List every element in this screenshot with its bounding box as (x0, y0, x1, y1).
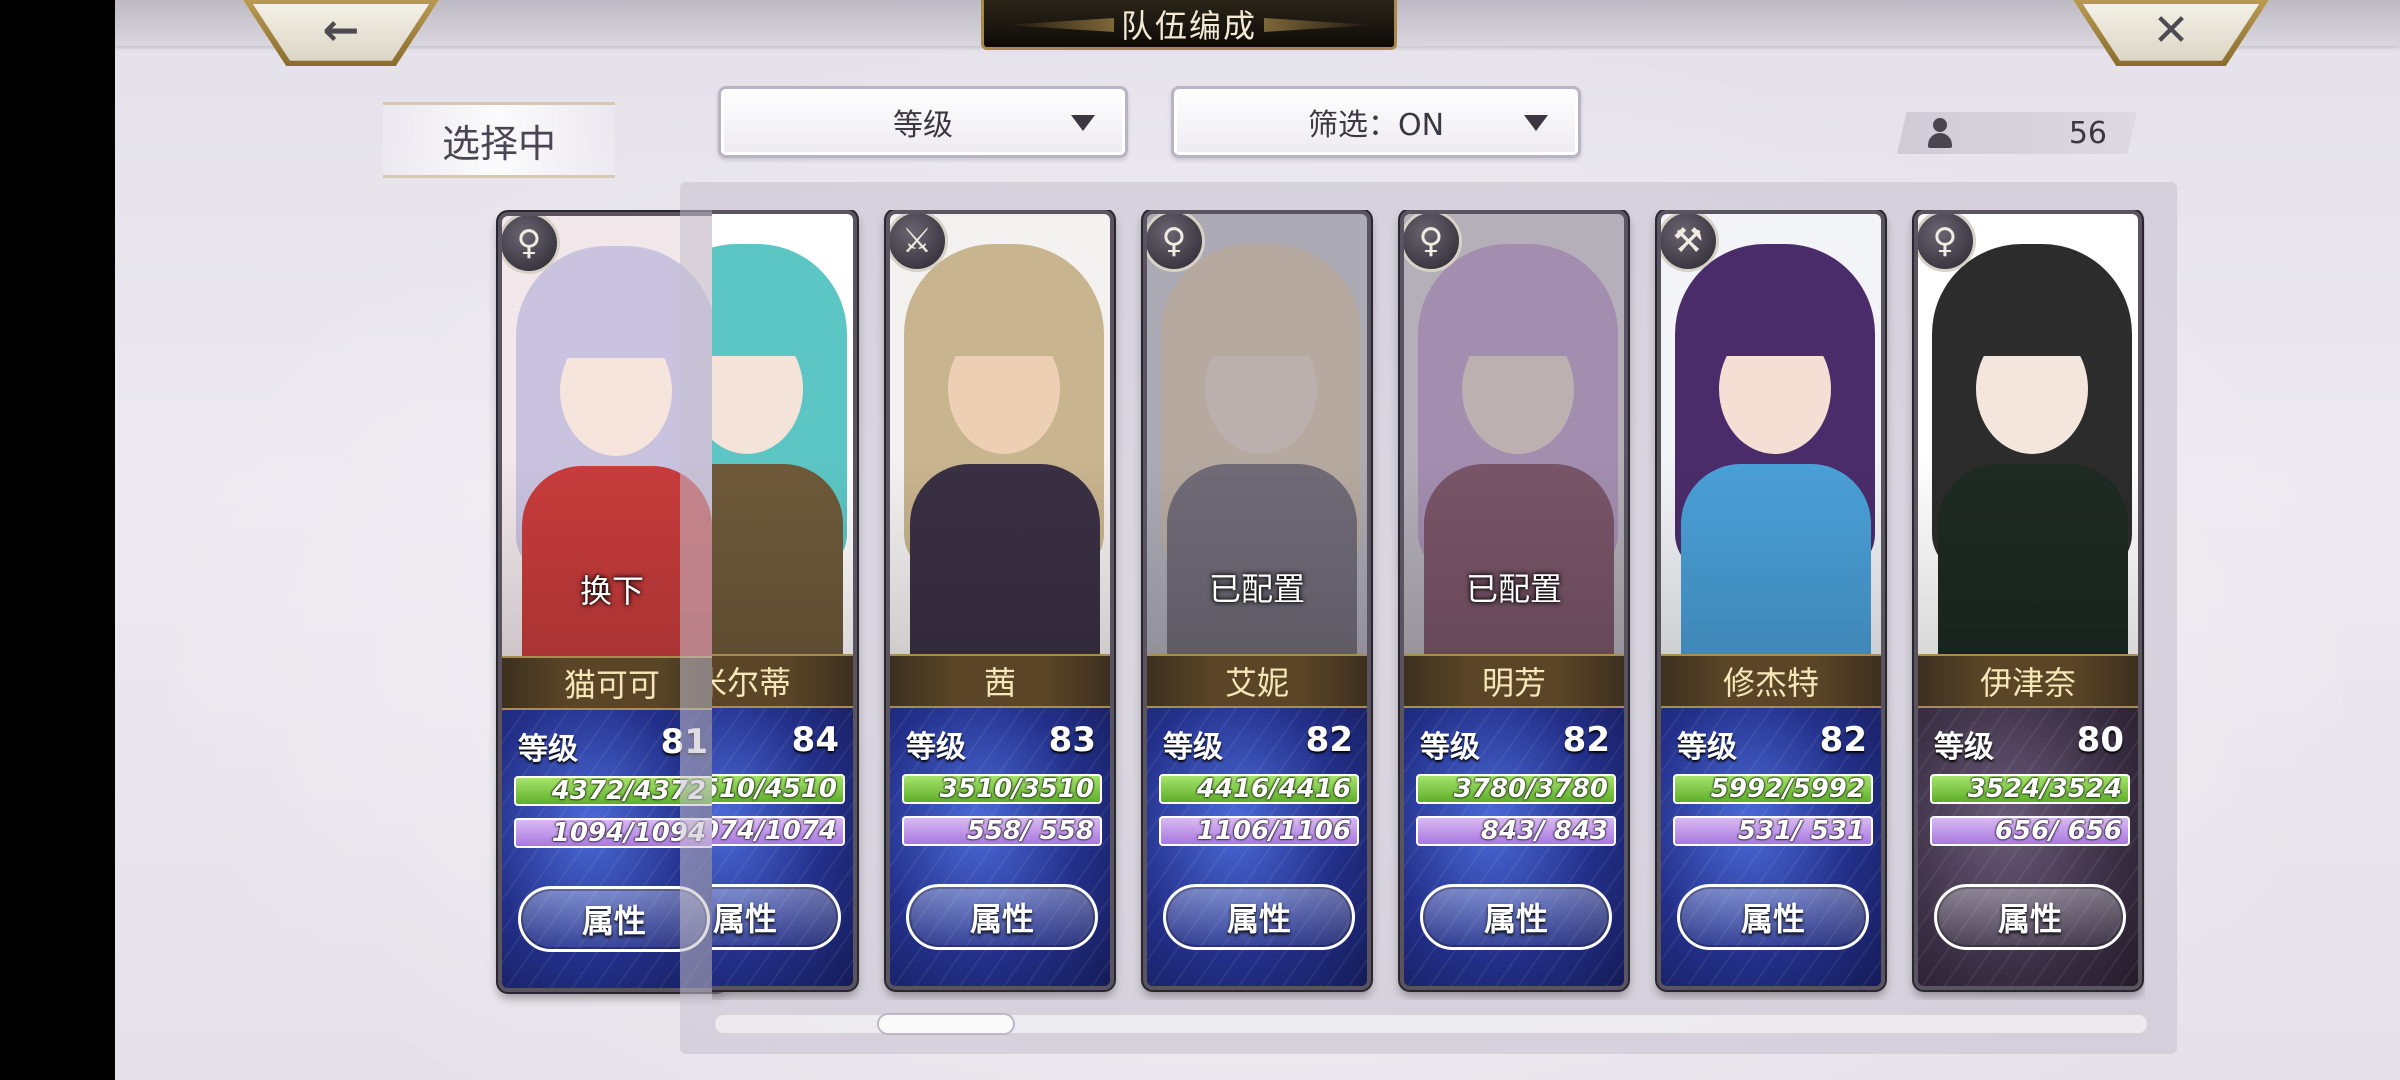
character-name: 伊津奈 (1918, 654, 2138, 708)
attribute-button[interactable]: 属性 (1163, 884, 1355, 950)
title-ornament-left (1004, 18, 1114, 32)
hp-bar: 510/4510 (712, 774, 845, 804)
close-x-icon: ✕ (2152, 4, 2190, 56)
hp-bar: 3524/3524 (1930, 774, 2130, 804)
character-card[interactable]: ⚒ 修杰特 等级 82 5992/5992 531/ 531 属性 (1657, 210, 1885, 990)
level-label: 等级 (1677, 730, 1737, 765)
hp-bar: 5992/5992 (1673, 774, 1873, 804)
attribute-button[interactable]: 属性 (712, 884, 841, 950)
mp-bar: 1106/1106 (1159, 816, 1359, 846)
card-status-overlay: 已配置 (1208, 570, 1305, 608)
mp-bar: 656/ 656 (1930, 816, 2130, 846)
filter-dropdown[interactable]: 筛选：ON (1171, 86, 1581, 158)
card-status-overlay: 已配置 (1465, 570, 1562, 608)
hp-bar: 4416/4416 (1159, 774, 1359, 804)
attribute-button[interactable]: 属性 (906, 884, 1098, 950)
level-value: 80 (2076, 720, 2124, 760)
close-button[interactable]: ✕ (2073, 0, 2269, 66)
character-card[interactable]: 已配置 ♀ 艾妮 等级 82 4416/4416 1106/1106 属性 (1143, 210, 1371, 990)
filter-dropdown-value: 筛选：ON (1307, 108, 1445, 143)
level-label: 等级 (1934, 730, 1994, 765)
staff-icon: ♀ (1147, 214, 1205, 272)
back-button[interactable]: ← (243, 0, 439, 66)
sword-icon: ⚔ (890, 214, 948, 272)
level-value: 82 (1305, 720, 1353, 760)
character-name: 明芳 (1404, 654, 1624, 708)
level-label: 等级 (1163, 730, 1223, 765)
character-card[interactable]: ♀ 米尔蒂 等级 84 510/4510 074/1074 属性 (712, 210, 857, 990)
hp-bar: 3780/3780 (1416, 774, 1616, 804)
character-stats: 等级 83 3510/3510 558/ 558 属性 (890, 708, 1110, 986)
page-title: 队伍编成 (1120, 6, 1257, 45)
character-stats: 等级 84 510/4510 074/1074 属性 (712, 708, 853, 986)
axe-icon: ⚒ (1661, 214, 1719, 272)
mp-bar: 843/ 843 (1416, 816, 1616, 846)
hp-bar: 3510/3510 (902, 774, 1102, 804)
character-name: 米尔蒂 (712, 654, 853, 708)
team-formation-screen: ← 队伍编成 ✕ 选择中 等级 筛选：ON 56 换下 ♀ 猫可可 等级 437… (115, 0, 2400, 1080)
character-name: 茜 (890, 654, 1110, 708)
level-label: 等级 (518, 732, 578, 767)
chevron-down-icon (1524, 115, 1548, 131)
character-stats: 等级 82 4416/4416 1106/1106 属性 (1147, 708, 1367, 986)
sort-dropdown[interactable]: 等级 (718, 86, 1128, 158)
level-label: 等级 (906, 730, 966, 765)
character-stats: 等级 82 5992/5992 531/ 531 属性 (1661, 708, 1881, 986)
user-icon (1925, 118, 1955, 148)
mp-bar: 074/1074 (712, 816, 845, 846)
character-stats: 等级 80 3524/3524 656/ 656 属性 (1918, 708, 2138, 986)
selected-label: 选择中 (383, 102, 615, 178)
attribute-button[interactable]: 属性 (1934, 884, 2126, 950)
character-list[interactable]: ♀ 米尔蒂 等级 84 510/4510 074/1074 属性 ⚔ 茜 等级 … (712, 210, 2145, 1000)
page-title-banner: 队伍编成 (981, 0, 1397, 50)
sort-dropdown-value: 等级 (893, 108, 953, 143)
character-card[interactable]: ⚔ 茜 等级 83 3510/3510 558/ 558 属性 (886, 210, 1114, 990)
character-name: 修杰特 (1661, 654, 1881, 708)
left-arrow-icon: ← (322, 4, 360, 56)
character-stats: 等级 82 3780/3780 843/ 843 属性 (1404, 708, 1624, 986)
level-value: 82 (1562, 720, 1610, 760)
staff-icon: ♀ (1918, 214, 1976, 272)
attribute-button[interactable]: 属性 (1677, 884, 1869, 950)
mp-bar: 531/ 531 (1673, 816, 1873, 846)
level-value: 83 (1048, 720, 1096, 760)
horizontal-scrollbar-thumb[interactable] (877, 1013, 1015, 1035)
mp-bar: 558/ 558 (902, 816, 1102, 846)
staff-icon: ♀ (502, 216, 560, 274)
character-card[interactable]: ♀ 伊津奈 等级 80 3524/3524 656/ 656 属性 (1914, 210, 2142, 990)
chevron-down-icon (1071, 115, 1095, 131)
attribute-button[interactable]: 属性 (1420, 884, 1612, 950)
character-card[interactable]: 已配置 ♀ 明芳 等级 82 3780/3780 843/ 843 属性 (1400, 210, 1628, 990)
level-label: 等级 (1420, 730, 1480, 765)
level-value: 82 (1819, 720, 1867, 760)
member-count: 56 (1897, 112, 2137, 154)
title-ornament-right (1264, 18, 1374, 32)
level-value: 84 (791, 720, 839, 760)
member-count-value: 56 (2068, 116, 2107, 151)
staff-icon: ♀ (1404, 214, 1462, 272)
character-name: 艾妮 (1147, 654, 1367, 708)
